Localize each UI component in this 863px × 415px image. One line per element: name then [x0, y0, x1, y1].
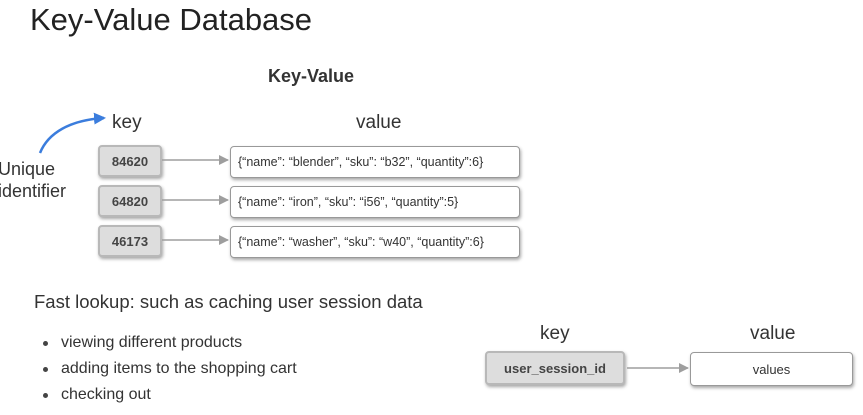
page-title: Key-Value Database: [30, 2, 313, 37]
list-item: checking out: [43, 382, 297, 408]
value-box: {“name”: “blender”, “sku”: “b32”, “quant…: [230, 146, 520, 178]
unique-identifier-annotation: Unique identifier: [0, 158, 66, 202]
list-item: adding items to the shopping cart: [43, 356, 297, 382]
key-box: 84620: [98, 145, 162, 177]
example-value-heading: value: [750, 323, 796, 344]
list-item-text: checking out: [61, 386, 151, 403]
diagram-title: Key-Value: [268, 66, 355, 86]
use-case-list: viewing different products adding items …: [43, 330, 297, 408]
annotation-text: Unique identifier: [0, 159, 67, 201]
bullet-icon: [43, 366, 48, 372]
key-column-heading: key: [112, 112, 142, 133]
list-item: viewing different products: [43, 330, 297, 356]
list-item-text: viewing different products: [61, 334, 243, 351]
bullet-icon: [43, 340, 48, 346]
key-box: 46173: [98, 225, 162, 257]
session-value-box: values: [690, 352, 853, 386]
bullet-icon: [43, 392, 48, 398]
use-case-heading: Fast lookup: such as caching user sessio…: [34, 291, 423, 312]
value-column-heading: value: [356, 112, 402, 133]
list-item-text: adding items to the shopping cart: [61, 360, 297, 377]
value-box: {“name”: “iron”, “sku”: “i56”, “quantity…: [230, 186, 520, 218]
example-key-heading: key: [540, 323, 570, 344]
value-box: {“name”: “washer”, “sku”: “w40”, “quanti…: [230, 226, 520, 258]
session-key-box: user_session_id: [485, 351, 625, 385]
annotation-arrow: [38, 112, 106, 154]
key-box: 64820: [98, 185, 162, 217]
